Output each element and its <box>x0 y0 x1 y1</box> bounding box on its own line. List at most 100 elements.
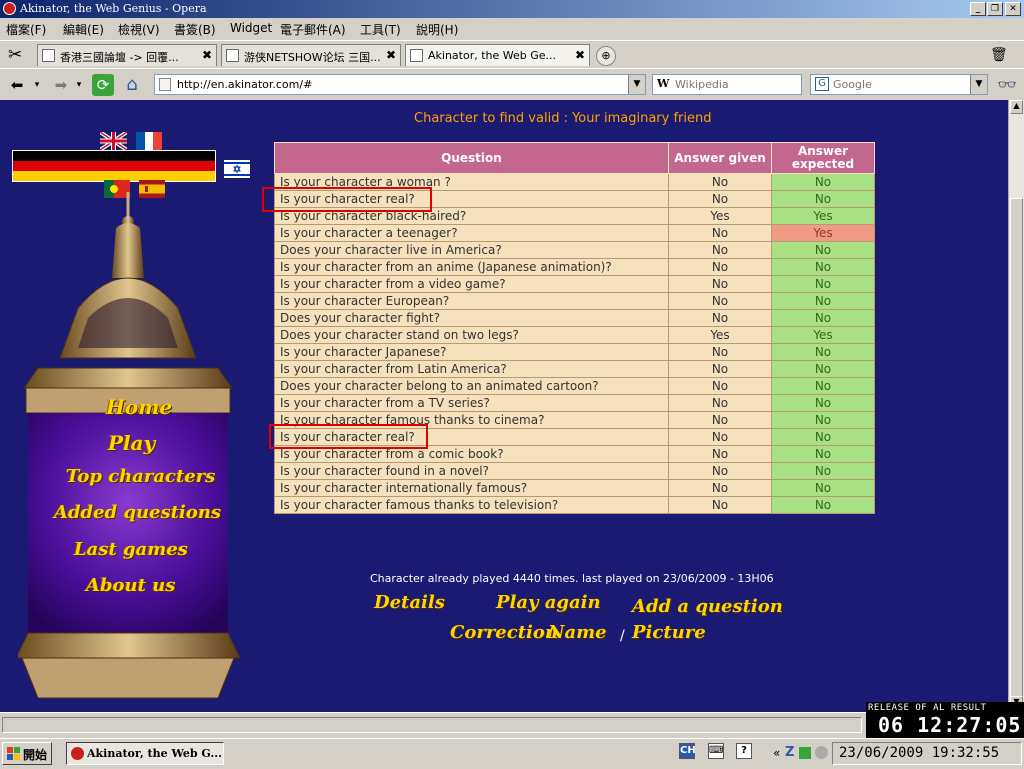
tray-network-icon[interactable] <box>799 747 811 759</box>
menu-tools[interactable]: 工具(T) <box>360 21 401 38</box>
close-button[interactable]: ✕ <box>1005 2 1021 16</box>
menu-help[interactable]: 說明(H) <box>416 21 458 38</box>
home-button[interactable]: ⌂ <box>120 74 144 96</box>
new-tab-button[interactable]: ⊕ <box>596 46 616 66</box>
menu-edit[interactable]: 編輯(E) <box>63 21 104 38</box>
france-flag-icon[interactable] <box>136 132 162 150</box>
ime-indicator[interactable]: CH <box>679 743 696 759</box>
chevron-down-icon[interactable]: ▼ <box>970 75 987 94</box>
question-cell: Is your character from a video game? <box>274 275 669 293</box>
answer-given-cell: No <box>668 411 772 429</box>
answer-expected-cell: No <box>771 377 875 395</box>
tray-expand-icon[interactable]: « <box>773 746 780 760</box>
israel-flag-icon[interactable] <box>224 160 250 178</box>
clock: 23/06/2009 19:32:55 <box>839 745 1000 761</box>
page-icon <box>226 49 239 62</box>
tab-close-icon[interactable]: ✖ <box>202 48 212 62</box>
answer-given-cell: Yes <box>668 326 772 344</box>
nav-about-us-link[interactable]: About us <box>86 575 175 596</box>
tab-label: Akinator, the Web Ge... <box>428 49 557 62</box>
answer-given-cell: No <box>668 309 772 327</box>
maximize-button[interactable]: ❐ <box>987 2 1003 16</box>
forward-history-icon[interactable]: ▾ <box>74 74 84 96</box>
scroll-thumb[interactable] <box>1010 198 1023 758</box>
tray-app-icon[interactable]: Z <box>785 745 794 760</box>
menu-widget[interactable]: Widget <box>230 21 272 35</box>
question-cell: Is your character from an anime (Japanes… <box>274 258 669 276</box>
google-search-field[interactable]: G Google ▼ <box>810 74 988 95</box>
windows-logo-icon <box>7 747 20 760</box>
menu-mail[interactable]: 電子郵件(A) <box>280 21 346 38</box>
taskbar-item-opera[interactable]: Akinator, the Web G... <box>66 742 224 765</box>
opera-logo-icon <box>3 2 16 15</box>
answer-given-cell: No <box>668 343 772 361</box>
question-cell: Is your character a teenager? <box>274 224 669 242</box>
answer-expected-cell: No <box>771 428 875 446</box>
glasses-icon[interactable]: 👓 <box>994 74 1020 96</box>
taskbar: 開始 Akinator, the Web G... CH ⌨ ? « Z 23/… <box>0 738 1024 769</box>
menu-view[interactable]: 檢視(V) <box>118 21 160 38</box>
answer-given-cell: No <box>668 445 772 463</box>
tab-akinator[interactable]: Akinator, the Web Ge... ✖ <box>405 44 590 66</box>
vertical-scrollbar[interactable]: ▲ ▼ <box>1008 100 1024 758</box>
forward-button[interactable]: ➡ <box>48 74 74 96</box>
nav-last-games-link[interactable]: Last games <box>74 539 188 560</box>
table-row: Is your character European? No No <box>274 292 875 310</box>
url-text: http://en.akinator.com/# <box>177 78 313 91</box>
google-icon: G <box>815 77 829 91</box>
wikipedia-search-field[interactable]: W Wikipedia <box>652 74 802 95</box>
scroll-up-icon[interactable]: ▲ <box>1010 100 1023 114</box>
menu-bookmarks[interactable]: 書簽(B) <box>174 21 216 38</box>
uk-flag-icon[interactable] <box>100 132 127 150</box>
address-field[interactable]: http://en.akinator.com/# ▼ <box>154 74 646 95</box>
answer-expected-cell: Yes <box>771 224 875 242</box>
answer-expected-cell: No <box>771 292 875 310</box>
minimize-button[interactable]: _ <box>970 2 986 16</box>
nav-home-link[interactable]: Home <box>106 395 172 419</box>
back-history-icon[interactable]: ▾ <box>32 74 42 96</box>
picture-link[interactable]: Picture <box>632 622 706 643</box>
title-bar: Akinator, the Web Genius - Opera _ ❐ ✕ <box>0 0 1024 18</box>
tab-hk-forum[interactable]: 香港三國論壇 -> 回覆... ✖ <box>37 44 217 66</box>
table-row: Is your character a teenager? No Yes <box>274 224 875 242</box>
question-cell: Does your character live in America? <box>274 241 669 259</box>
germany-flag-icon[interactable] <box>12 150 216 182</box>
back-button[interactable]: ⬅ <box>4 74 30 96</box>
start-label: 開始 <box>23 748 48 762</box>
nav-play-link[interactable]: Play <box>108 431 155 455</box>
question-cell: Is your character European? <box>274 292 669 310</box>
help-icon[interactable]: ? <box>736 743 752 759</box>
play-again-link[interactable]: Play again <box>496 592 601 613</box>
question-cell: Is your character from a TV series? <box>274 394 669 412</box>
table-row: Is your character internationally famous… <box>274 479 875 497</box>
details-link[interactable]: Details <box>374 592 445 613</box>
page-icon <box>159 78 171 91</box>
start-button[interactable]: 開始 <box>2 742 52 765</box>
answer-given-cell: No <box>668 275 772 293</box>
tools-icon[interactable]: ✂ <box>8 45 22 65</box>
question-cell: Is your character from Latin America? <box>274 360 669 378</box>
correction-link[interactable]: Correction <box>450 622 558 643</box>
nav-added-questions-link[interactable]: Added questions <box>54 502 221 523</box>
tab-label: 游侠NETSHOW论坛 三国... <box>244 51 381 64</box>
answer-given-cell: No <box>668 190 772 208</box>
nav-top-characters-link[interactable]: Top characters <box>66 466 215 487</box>
tray-shield-icon[interactable] <box>815 746 828 759</box>
menu-file[interactable]: 檔案(F) <box>6 21 46 38</box>
question-cell: Does your character belong to an animate… <box>274 377 669 395</box>
overlay-timestamp: 06 12:27:05 <box>878 713 1022 737</box>
keyboard-icon[interactable]: ⌨ <box>708 743 724 759</box>
window-title: Akinator, the Web Genius - Opera <box>20 2 207 15</box>
trash-icon[interactable]: 🗑 <box>990 47 1008 63</box>
question-cell: Does your character stand on two legs? <box>274 326 669 344</box>
add-question-link[interactable]: Add a question <box>632 596 783 617</box>
answer-given-cell: No <box>668 258 772 276</box>
tab-netshow-forum[interactable]: 游侠NETSHOW论坛 三国... ✖ <box>221 44 401 66</box>
played-info-text: Character already played 4440 times. las… <box>370 572 774 585</box>
answer-expected-cell: No <box>771 479 875 497</box>
tab-close-icon[interactable]: ✖ <box>575 48 585 62</box>
tab-close-icon[interactable]: ✖ <box>386 48 396 62</box>
name-link[interactable]: Name <box>548 622 607 643</box>
reload-button[interactable]: ⟳ <box>92 74 114 96</box>
chevron-down-icon[interactable]: ▼ <box>628 75 645 94</box>
